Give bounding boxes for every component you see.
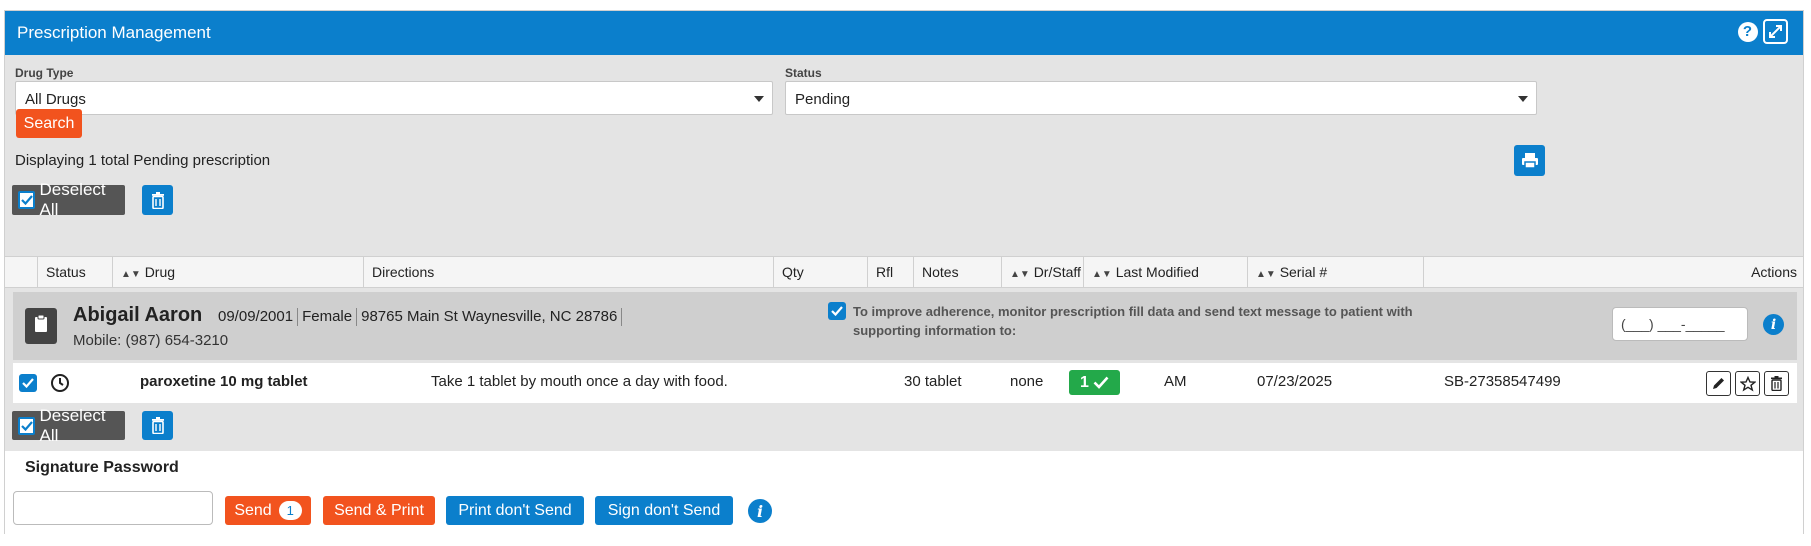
patient-mobile: Mobile: (987) 654-3210 (73, 332, 229, 349)
sort-icon: ▲▼ (1010, 269, 1030, 280)
table-row[interactable]: paroxetine 10 mg tablet Take 1 tablet by… (13, 363, 1797, 403)
favorite-button[interactable] (1735, 371, 1760, 396)
signature-password-label: Signature Password (25, 459, 179, 476)
sort-icon: ▲▼ (1256, 269, 1276, 280)
sign-dont-send-button[interactable]: Sign don't Send (595, 496, 733, 525)
search-button[interactable]: Search (16, 109, 82, 138)
drug-type-label: Drug Type (15, 66, 74, 80)
deselect-all-label: Deselect All (39, 405, 106, 445)
chevron-down-icon (754, 96, 764, 102)
trash-icon (1771, 376, 1782, 391)
delete-row-button[interactable] (1764, 371, 1789, 396)
row-rfl: none (1010, 373, 1044, 390)
send-count-badge: 1 (278, 501, 302, 520)
col-last-modified[interactable]: ▲▼ Last Modified (1083, 257, 1247, 287)
trash-icon (151, 417, 164, 434)
checkbox-checked-icon (18, 191, 36, 209)
pencil-icon (1713, 378, 1724, 389)
col-actions: Actions (1423, 257, 1803, 287)
deselect-all-button-top[interactable]: Deselect All (12, 180, 125, 219)
row-dr-staff: AM (1164, 373, 1187, 390)
adherence-checkbox[interactable] (828, 302, 846, 320)
status-label: Status (785, 66, 822, 80)
drug-type-value: All Drugs (25, 91, 86, 108)
panel-title: Prescription Management (17, 23, 211, 42)
col-directions: Directions (363, 257, 773, 287)
col-dr-staff[interactable]: ▲▼ Dr/Staff (1001, 257, 1083, 287)
row-checkbox[interactable] (19, 374, 37, 392)
row-qty: 30 tablet (904, 373, 962, 390)
send-label: Send (234, 501, 272, 519)
printer-icon (1521, 153, 1538, 169)
col-status: Status (37, 257, 112, 287)
table-header: Status ▲▼ Drug Directions Qty Rfl Notes … (5, 256, 1803, 288)
deselect-all-label: Deselect All (39, 180, 106, 219)
notes-count: 1 (1080, 373, 1089, 391)
panel-header: Prescription Management ? (5, 11, 1803, 55)
info-icon[interactable]: i (748, 499, 772, 523)
adherence-text: To improve adherence, monitor prescripti… (853, 304, 1413, 338)
prescription-management-panel: Prescription Management ? Drug Type All … (4, 10, 1804, 535)
delete-selected-button-bottom[interactable] (142, 411, 173, 440)
col-drug[interactable]: ▲▼ Drug (112, 257, 363, 287)
edit-button[interactable] (1706, 371, 1731, 396)
sort-icon: ▲▼ (121, 269, 141, 280)
info-icon[interactable]: i (1763, 314, 1784, 335)
patient-details: 09/09/2001 Female 98765 Main St Waynesvill… (218, 308, 626, 327)
deselect-all-button-bottom[interactable]: Deselect All (12, 406, 125, 445)
help-button[interactable]: ? (1735, 19, 1760, 44)
patient-name[interactable]: Abigail Aaron (73, 304, 202, 327)
status-value: Pending (795, 91, 851, 108)
expand-icon (1769, 25, 1782, 38)
print-button[interactable] (1514, 145, 1545, 176)
patient-gender: Female (302, 308, 353, 325)
star-icon (1739, 375, 1756, 392)
signature-password-input[interactable] (13, 491, 213, 525)
trash-icon (151, 191, 164, 209)
row-directions: Take 1 tablet by mouth once a day with f… (431, 373, 728, 390)
send-print-button[interactable]: Send & Print (323, 496, 435, 525)
col-serial[interactable]: ▲▼ Serial # (1247, 257, 1423, 287)
col-qty: Qty (773, 257, 867, 287)
signature-section: Signature Password Send 1 Send & Print P… (5, 451, 1803, 535)
clock-icon (51, 374, 69, 392)
row-last-modified: 07/23/2025 (1257, 373, 1333, 390)
notes-badge[interactable]: 1 (1069, 370, 1120, 395)
status-select[interactable]: Pending (785, 81, 1537, 115)
delete-selected-button-top[interactable] (142, 185, 173, 215)
patient-address: 98765 Main St Waynesville, NC 28786 (361, 308, 618, 325)
send-button[interactable]: Send 1 (225, 496, 311, 525)
results-summary: Displaying 1 total Pending prescription (15, 152, 271, 169)
drug-type-select[interactable]: All Drugs (15, 81, 773, 115)
col-rfl: Rfl (867, 257, 913, 287)
expand-button[interactable] (1763, 19, 1788, 44)
print-dont-send-button[interactable]: Print don't Send (446, 496, 584, 525)
clipboard-icon (25, 308, 57, 344)
check-icon (1093, 376, 1109, 389)
help-icon: ? (1737, 21, 1758, 42)
row-drug: paroxetine 10 mg tablet (140, 373, 308, 390)
col-notes: Notes (913, 257, 1001, 287)
adherence-option[interactable]: To improve adherence, monitor prescripti… (828, 302, 1428, 340)
patient-phone-input[interactable]: (___) ___-_____ (1612, 307, 1748, 341)
row-serial: SB-27358547499 (1444, 373, 1561, 390)
checkbox-checked-icon (18, 416, 36, 435)
patient-header-row: Abigail Aaron 09/09/2001 Female 98765 Main… (13, 292, 1797, 360)
chevron-down-icon (1518, 96, 1528, 102)
sort-icon: ▲▼ (1092, 269, 1112, 280)
patient-dob: 09/09/2001 (218, 308, 294, 325)
